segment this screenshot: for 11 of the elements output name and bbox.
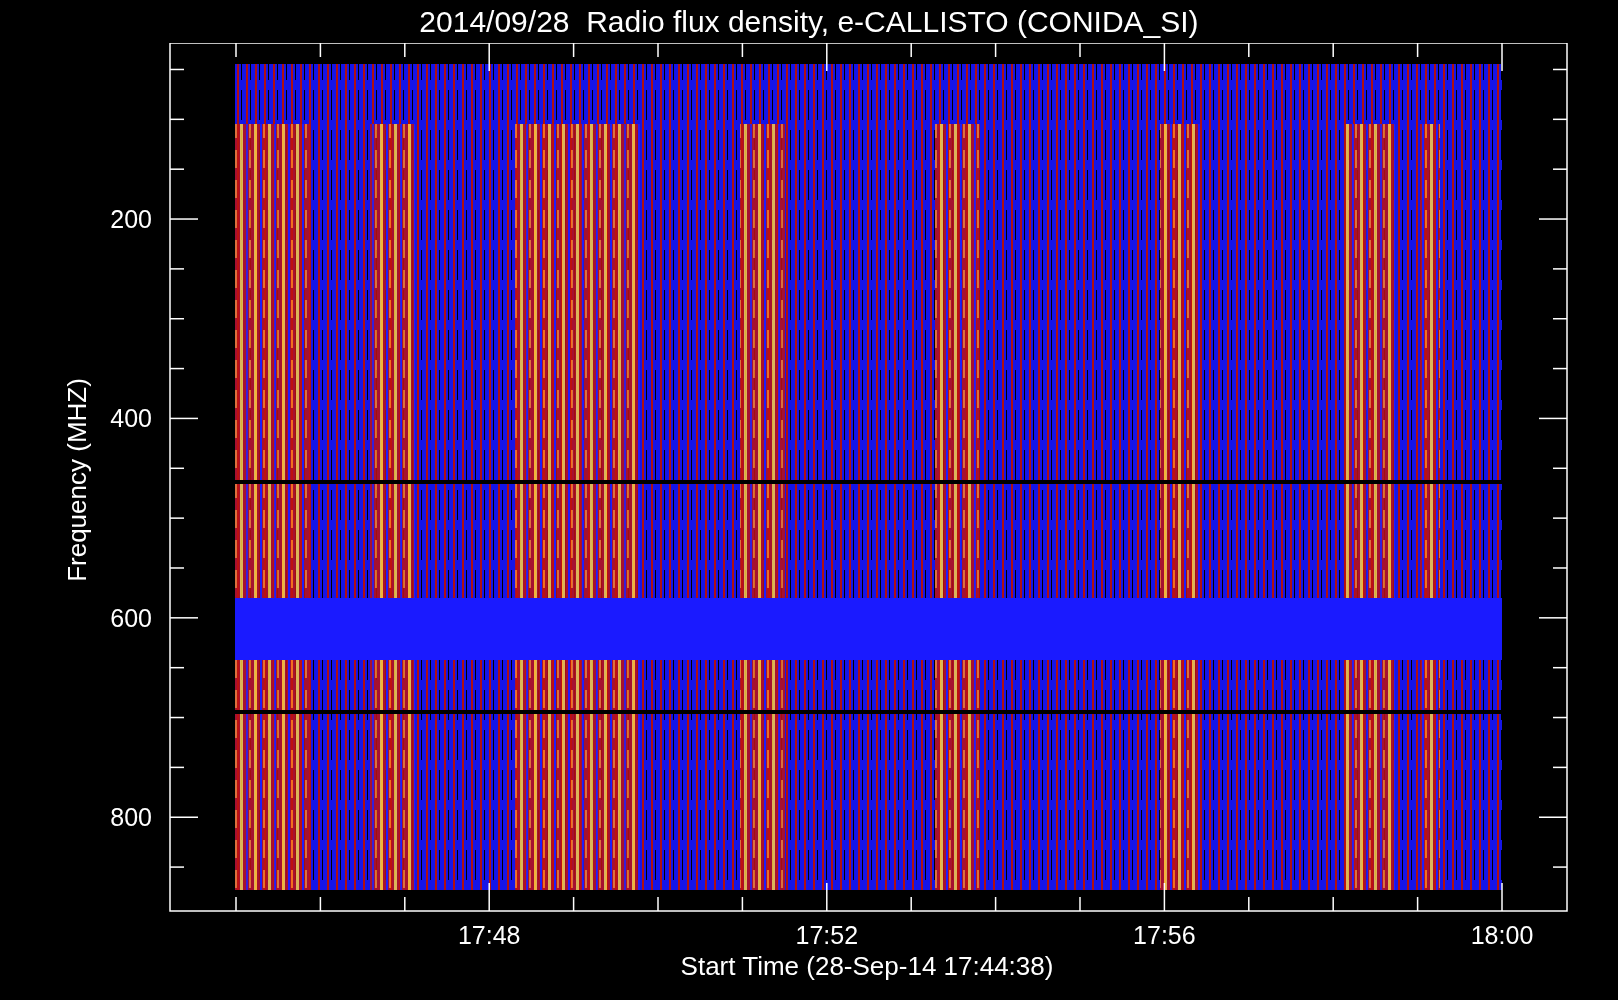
tick-label: 17:48 (457, 921, 521, 949)
tick-label: 17:52 (795, 921, 859, 949)
tick-label: 800 (110, 803, 152, 832)
chart-title: 2014/09/28 Radio flux density, e-CALLISTO (CONIDA_SI) (419, 6, 1199, 37)
tick-label: 17:56 (1133, 921, 1196, 949)
tick-label: 200 (110, 205, 152, 234)
tick-label: 600 (110, 603, 152, 632)
tick-label: 18:00 (1470, 921, 1534, 949)
axis-title: Start Time (28-Sep-14 17:44:38) (680, 951, 1054, 981)
tick-label: 400 (110, 404, 152, 433)
axis-title: Frequency (MHZ) (62, 378, 92, 582)
